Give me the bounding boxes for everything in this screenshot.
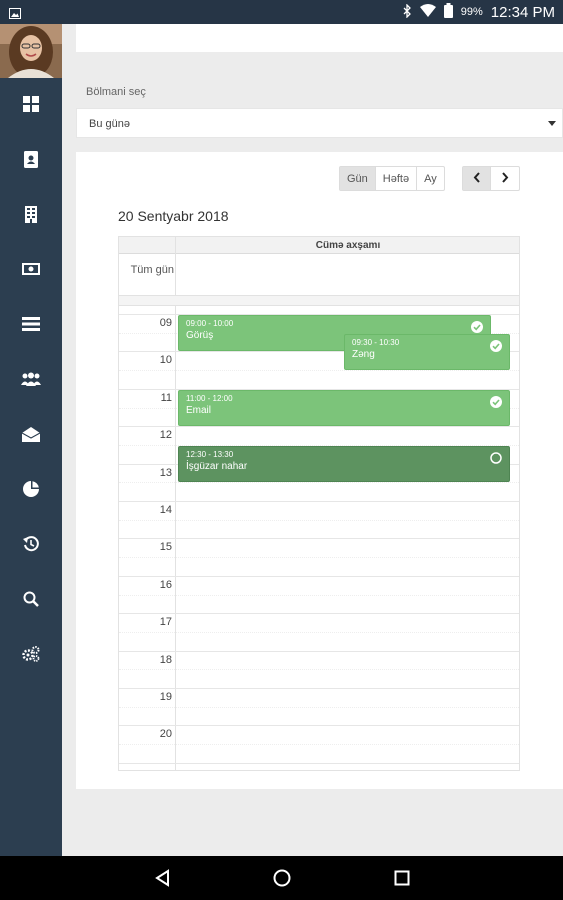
event-time: 11:00 - 12:00 — [186, 393, 233, 403]
android-nav-bar — [0, 856, 563, 900]
check-circle-icon[interactable] — [490, 339, 502, 352]
view-switcher: Gün Həftə Ay — [339, 166, 445, 191]
half-hour-line — [119, 594, 519, 596]
half-hour-line — [119, 706, 519, 708]
event-title: İşgüzar nahar — [186, 460, 248, 472]
hour-label: 14 — [159, 504, 172, 516]
half-hour-line — [119, 482, 519, 484]
back-icon[interactable] — [153, 868, 173, 888]
avatar[interactable] — [0, 24, 62, 78]
hour-line — [119, 426, 519, 428]
sidebar — [0, 24, 62, 856]
half-hour-line — [119, 557, 519, 559]
hour-label: 20 — [159, 728, 172, 741]
period-select-value: Bu günə — [89, 118, 130, 130]
date-navigation — [462, 166, 520, 191]
pie-chart-icon[interactable] — [0, 469, 62, 509]
settings-icon[interactable] — [0, 634, 62, 674]
empty-circle-icon[interactable] — [490, 451, 502, 464]
hour-label: 18 — [159, 653, 172, 666]
hour-label: 16 — [159, 578, 172, 591]
wifi-icon — [419, 4, 436, 20]
battery-icon — [443, 3, 453, 21]
dashboard-icon[interactable] — [0, 84, 62, 124]
section-select-label: Bölmani seç — [86, 86, 146, 98]
calendar-card: Gün Həftə Ay 20 Sentyabr 2018 Cümə axşam… — [76, 152, 563, 789]
check-circle-icon[interactable] — [490, 395, 502, 408]
gallery-notification-icon — [9, 6, 21, 24]
half-hour-line — [119, 669, 519, 671]
chevron-right-icon — [501, 171, 509, 186]
hour-line — [119, 613, 519, 615]
bluetooth-icon — [403, 2, 412, 21]
contacts-icon[interactable] — [0, 139, 62, 179]
half-hour-line — [119, 519, 519, 521]
top-header-bar — [76, 24, 563, 52]
chevron-down-icon — [548, 121, 556, 126]
hour-label: 12 — [159, 429, 172, 442]
event-time: 12:30 - 13:30 — [186, 449, 234, 459]
calendar-header: Cümə axşamı — [119, 237, 519, 254]
view-week-button[interactable]: Həftə — [376, 167, 418, 190]
hour-line — [119, 501, 519, 502]
calendar-event[interactable]: 12:30 - 13:30 İşgüzar nahar — [178, 445, 510, 483]
view-day-button[interactable]: Gün — [340, 167, 376, 190]
next-button[interactable] — [491, 167, 519, 190]
hour-line — [119, 575, 519, 577]
event-time: 09:00 - 10:00 — [186, 319, 234, 328]
users-icon[interactable] — [0, 359, 62, 399]
hour-line — [119, 538, 519, 540]
battery-percent: 99% — [460, 6, 483, 18]
day-calendar: Cümə axşamı Tüm gün 09 10 11 12 13 14 15 16 17 18… — [118, 236, 520, 771]
status-bar: 99% 12:34 PM — [0, 0, 563, 24]
prev-button[interactable] — [463, 167, 491, 190]
recent-apps-icon[interactable] — [392, 868, 412, 888]
hour-line — [119, 762, 519, 764]
calendar-event[interactable]: 09:30 - 10:30 Zəng — [344, 333, 510, 371]
period-select[interactable]: Bu günə — [76, 108, 563, 138]
hour-label: 10 — [159, 354, 172, 367]
event-time: 09:30 - 10:30 — [352, 337, 400, 347]
all-day-row[interactable]: Tüm gün — [119, 254, 519, 296]
clock: 12:34 PM — [490, 3, 555, 21]
building-icon[interactable] — [0, 194, 62, 234]
calendar-date-title: 20 Sentyabr 2018 — [118, 208, 229, 224]
hour-label: 19 — [159, 691, 172, 703]
hour-label: 15 — [159, 541, 172, 554]
hour-line — [119, 725, 519, 727]
event-title: Zəng — [352, 348, 375, 360]
all-day-label: Tüm gün — [130, 264, 174, 276]
day-header: Cümə axşamı — [315, 240, 381, 251]
money-icon[interactable] — [0, 249, 62, 289]
check-circle-icon[interactable] — [471, 320, 483, 333]
home-icon[interactable] — [272, 868, 292, 888]
half-hour-line — [119, 631, 519, 633]
time-grid[interactable]: 09 10 11 12 13 14 15 16 17 18 19 20 09:00 - 10:00 Gö… — [119, 306, 519, 770]
event-title: Email — [186, 404, 212, 416]
history-icon[interactable] — [0, 524, 62, 564]
hour-label: 13 — [159, 466, 172, 479]
chevron-left-icon — [473, 171, 481, 186]
list-icon[interactable] — [0, 304, 62, 344]
half-hour-line — [119, 744, 519, 746]
hour-label: 17 — [159, 616, 172, 629]
view-month-button[interactable]: Ay — [417, 167, 444, 190]
mail-icon[interactable] — [0, 414, 62, 454]
hour-label: 09 — [159, 317, 172, 329]
search-icon[interactable] — [0, 579, 62, 619]
main-content: Bölmani seç Bu günə Gün Həftə Ay 20 Sent… — [62, 24, 563, 856]
hour-line — [119, 650, 519, 652]
header-gutter — [119, 237, 176, 254]
all-day-separator — [119, 296, 519, 306]
hour-line — [119, 688, 519, 689]
half-hour-line — [119, 370, 519, 372]
hour-label: 11 — [160, 391, 172, 404]
calendar-event[interactable]: 11:00 - 12:00 Email — [178, 389, 510, 427]
